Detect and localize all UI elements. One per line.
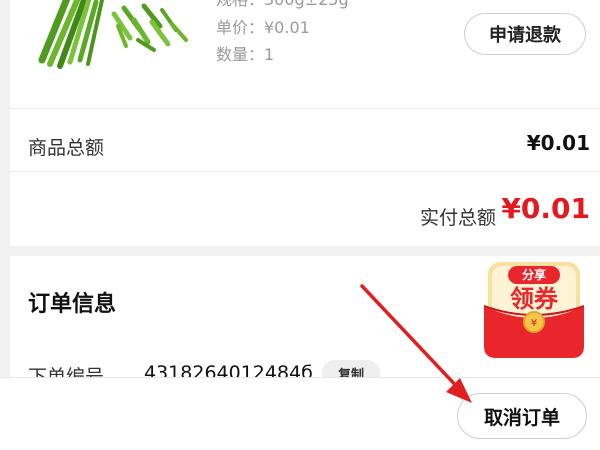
svg-text:¥: ¥ [531, 318, 537, 329]
order-info-title: 订单信息 [28, 292, 117, 317]
goods-total-value: ¥0.01 [526, 131, 590, 155]
product-card: 规格：300g±25g 单价：¥0.01 数量：1 申请退款 [10, 0, 600, 108]
product-spec: 规格：300g±25g [216, 0, 349, 13]
divider [10, 171, 600, 172]
product-unit-price: 单价：¥0.01 [216, 18, 310, 37]
chives-illustration [38, 0, 188, 69]
promo-top-text: 分享 [522, 267, 546, 282]
product-quantity: 数量：1 [216, 45, 275, 64]
bottom-action-bar: 取消订单 [0, 377, 600, 450]
goods-total-label: 商品总额 [28, 137, 105, 159]
paid-total-value: ¥0.01 [501, 192, 590, 225]
cancel-order-button[interactable]: 取消订单 [457, 393, 587, 439]
totals-card: 商品总额 ¥0.01 实付总额 ¥0.01 [10, 108, 600, 246]
share-coupon-promo[interactable]: ¥ 分享 领券 [482, 260, 586, 360]
red-envelope-icon: ¥ 分享 领券 [483, 262, 585, 358]
promo-main-text: 领券 [510, 285, 559, 313]
request-refund-button[interactable]: 申请退款 [464, 13, 586, 55]
paid-total-label: 实付总额 [419, 207, 496, 229]
product-image[interactable] [26, 0, 192, 78]
